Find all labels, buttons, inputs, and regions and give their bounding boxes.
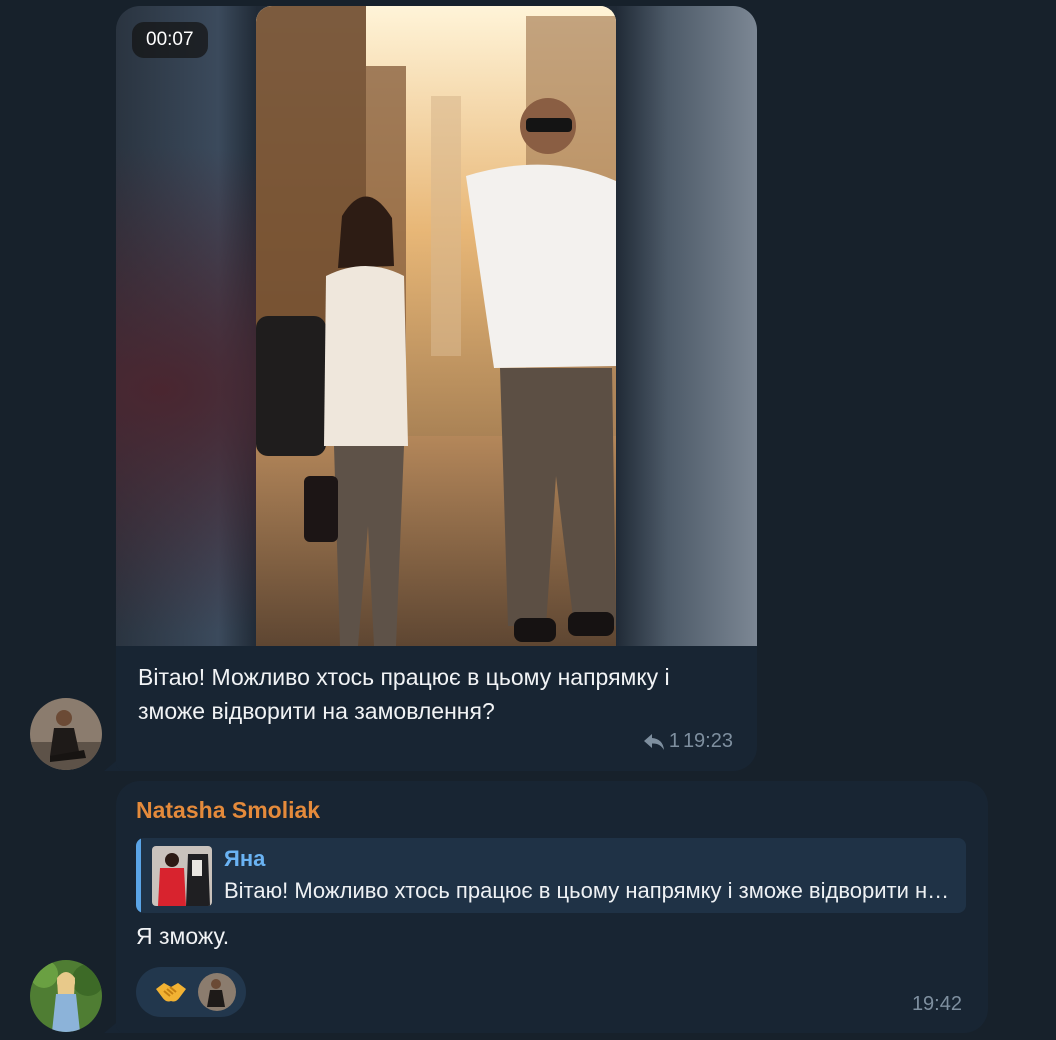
message-time: 19:42 [911,993,962,1015]
quote-accent-bar [136,838,141,913]
quote-thumbnail [152,846,212,906]
handshake-icon [154,979,188,1005]
quote-author: Яна [224,846,266,871]
quote-text: Вітаю! Можливо хтось працює в цьому напр… [224,878,958,903]
video-thumbnail[interactable] [256,6,616,646]
reaction-chip[interactable] [136,967,246,1017]
message-text: Вітаю! Можливо хтось працює в цьому напр… [138,664,670,724]
reply-quote[interactable]: Яна Вітаю! Можливо хтось працює в цьому … [136,838,966,913]
reply-arrow-icon[interactable] [642,732,666,752]
message-text: Я зможу. [136,923,230,949]
reply-count[interactable]: 1 [669,730,680,753]
user-avatar-icon[interactable] [30,960,102,1032]
message-meta: 1 19:23 [642,730,733,753]
video-duration-badge: 00:07 [132,22,208,58]
user-avatar-icon[interactable] [30,698,102,770]
video-thumbnail-image [256,6,616,646]
message-bubble-reply[interactable]: Natasha Smoliak Яна Вітаю! Можливо хтось… [116,781,988,1033]
sender-name[interactable]: Natasha Smoliak [136,797,320,824]
video-message[interactable]: 00:07 [116,6,757,646]
message-time: 19:23 [682,730,733,752]
reactor-avatar-icon [198,973,236,1011]
message-bubble-video[interactable]: 00:07 Вітаю! Можливо хтось працює в цьом… [116,6,757,771]
